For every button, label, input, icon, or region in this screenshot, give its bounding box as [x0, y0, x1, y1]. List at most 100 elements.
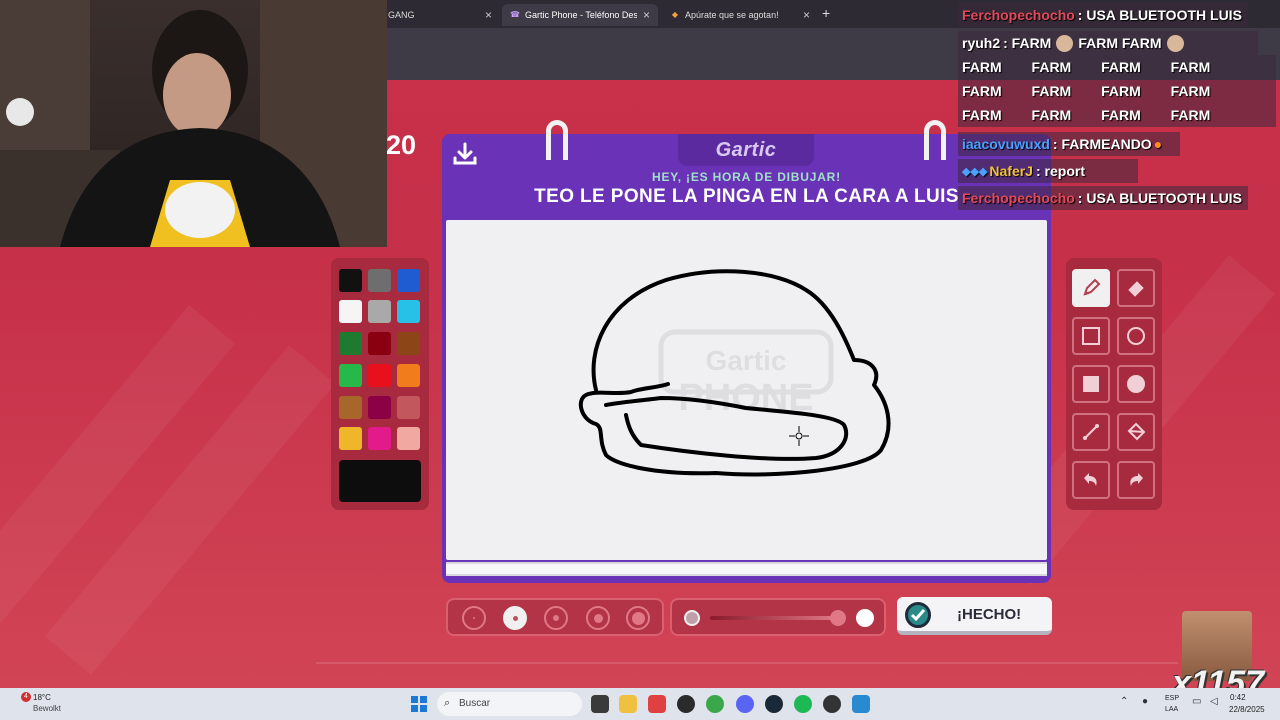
color-swatch[interactable] — [339, 396, 362, 419]
rectangle-filled-tool[interactable] — [1072, 365, 1110, 403]
chat-text: FARM FARM — [1078, 35, 1162, 51]
undo-icon — [1084, 473, 1097, 486]
chat-text: FARM FARM FARM FARM — [962, 83, 1211, 99]
chat-message: FARM FARM FARM FARM — [958, 79, 1276, 103]
input-language[interactable]: ESP LAA — [1165, 693, 1179, 715]
pencil-tool[interactable] — [1072, 269, 1110, 307]
rectangle-outline-tool[interactable] — [1072, 317, 1110, 355]
opacity-max-icon — [856, 609, 874, 627]
color-swatch[interactable] — [368, 332, 391, 355]
app-icon[interactable] — [823, 695, 841, 713]
clock-time[interactable]: 0:42 — [1230, 693, 1246, 702]
color-swatch[interactable] — [339, 269, 362, 292]
redo-button[interactable] — [1117, 461, 1155, 499]
done-label: ¡HECHO! — [957, 605, 1022, 623]
close-icon[interactable]: × — [803, 8, 810, 22]
brush-size-3[interactable] — [544, 606, 568, 630]
chevron-up-icon[interactable]: ⌃ — [1120, 696, 1128, 707]
phone-icon: ☎ — [510, 10, 520, 19]
browser-tab-active[interactable]: ☎ Gartic Phone - Teléfono Descon × — [502, 4, 658, 26]
close-icon[interactable]: × — [643, 8, 650, 22]
search-placeholder: Buscar — [459, 698, 491, 709]
color-swatch[interactable] — [339, 332, 362, 355]
weather-temperature[interactable]: 18°C — [33, 693, 51, 702]
color-swatch[interactable] — [339, 300, 362, 323]
brush-size-1[interactable] — [462, 606, 486, 630]
color-swatch[interactable] — [368, 364, 391, 387]
color-swatch[interactable] — [368, 300, 391, 323]
circle-outline-icon — [1127, 327, 1145, 345]
color-swatch[interactable] — [368, 427, 391, 450]
notebook-ring — [924, 120, 946, 160]
color-swatch[interactable] — [397, 396, 420, 419]
file-explorer-icon[interactable] — [619, 695, 637, 713]
chat-message: ryuh2 : FARM FARM FARM — [958, 31, 1258, 55]
microphone-icon[interactable]: ● — [1142, 696, 1148, 707]
done-button[interactable]: ¡HECHO! — [897, 597, 1052, 635]
lang-layout: LAA — [1165, 706, 1179, 713]
discord-icon[interactable] — [736, 695, 754, 713]
current-color-preview — [339, 460, 421, 502]
app-icon[interactable] — [648, 695, 666, 713]
canvas-watermark: Gartic PHONE — [658, 329, 834, 419]
color-palette — [331, 258, 429, 510]
gartic-logo: Gartic — [715, 139, 777, 161]
network-icon[interactable]: ▭ — [1192, 696, 1201, 707]
color-swatch[interactable] — [339, 427, 362, 450]
redo-icon — [1130, 473, 1143, 486]
undo-button[interactable] — [1072, 461, 1110, 499]
bucket-tool[interactable] — [1117, 413, 1155, 451]
lang-code: ESP — [1165, 695, 1180, 702]
brush-size-2[interactable] — [503, 606, 527, 630]
notepad-icon[interactable] — [852, 695, 870, 713]
windows-start-icon[interactable] — [411, 696, 427, 712]
slider-handle[interactable] — [830, 610, 846, 626]
color-swatch[interactable] — [397, 269, 420, 292]
color-swatch[interactable] — [397, 427, 420, 450]
eraser-tool[interactable] — [1117, 269, 1155, 307]
chat-message: iaacovuwuxd : FARMEANDO ● — [958, 132, 1180, 156]
drawing-tools — [1066, 258, 1162, 510]
emote-icon — [1166, 34, 1184, 52]
color-swatch[interactable] — [397, 300, 420, 323]
browser-tab[interactable]: ◆ Apúrate que se agotan! × — [662, 4, 818, 26]
favicon-icon: ◆ — [671, 10, 679, 19]
crosshair-icon — [789, 426, 809, 446]
circle-filled-tool[interactable] — [1117, 365, 1155, 403]
chat-text: : USA BLUETOOTH LUIS — [1077, 190, 1242, 206]
weather-description: Bewolkt — [33, 704, 62, 713]
circle-filled-icon — [1127, 375, 1145, 393]
steam-icon[interactable] — [765, 695, 783, 713]
new-tab-button[interactable]: + — [822, 5, 830, 21]
color-swatch[interactable] — [339, 364, 362, 387]
color-swatch[interactable] — [368, 269, 391, 292]
browser-tab[interactable]: GANG × — [380, 4, 500, 26]
circle-outline-tool[interactable] — [1117, 317, 1155, 355]
color-swatch[interactable] — [397, 332, 420, 355]
emote-icon — [1056, 34, 1074, 52]
task-view-icon[interactable] — [591, 695, 609, 713]
line-tool[interactable] — [1072, 413, 1110, 451]
notification-badge: 4 — [21, 692, 31, 702]
chat-username: Ferchopechocho — [962, 190, 1075, 206]
opacity-slider[interactable] — [670, 598, 886, 636]
drawing-canvas[interactable]: Gartic PHONE — [446, 220, 1047, 560]
slider-track[interactable] — [710, 616, 838, 620]
brush-size-selector — [446, 598, 664, 636]
color-swatch[interactable] — [397, 364, 420, 387]
panel-divider — [316, 662, 1178, 664]
chrome-icon[interactable] — [706, 695, 724, 713]
brush-size-5[interactable] — [626, 606, 650, 630]
spotify-icon[interactable] — [794, 695, 812, 713]
notebook-pages — [446, 562, 1047, 576]
color-swatch[interactable] — [368, 396, 391, 419]
volume-icon[interactable]: ◁ — [1210, 696, 1218, 707]
download-icon[interactable] — [451, 140, 479, 168]
close-icon[interactable]: × — [485, 8, 492, 22]
canvas-drawing: Gartic PHONE — [578, 269, 891, 477]
logo-tab: Gartic — [678, 134, 814, 166]
obs-icon[interactable] — [677, 695, 695, 713]
taskbar-search[interactable]: ⌕ Buscar — [437, 692, 582, 716]
chat-text: FARM FARM FARM FARM — [962, 107, 1211, 123]
brush-size-4[interactable] — [586, 606, 610, 630]
